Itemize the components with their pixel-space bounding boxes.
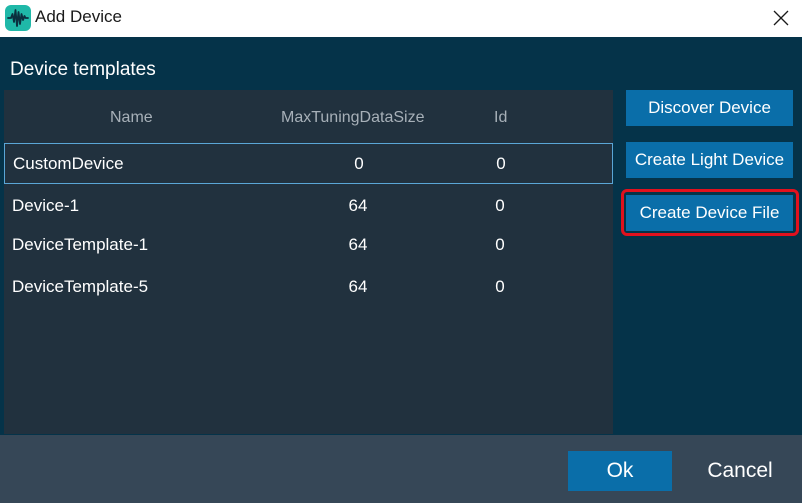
cell-max-tuning-data-size: 64: [348, 235, 368, 254]
ok-button[interactable]: Ok: [568, 451, 672, 491]
cell-name: Device-1: [12, 196, 80, 215]
column-header-name[interactable]: Name: [110, 108, 153, 128]
cell-id: 0: [495, 277, 505, 296]
table-row[interactable]: CustomDevice 0 0: [4, 143, 613, 184]
cell-name: DeviceTemplate-1: [12, 235, 149, 254]
column-header-max-tuning-data-size[interactable]: MaxTuningDataSize: [281, 108, 424, 128]
device-templates-table: Name MaxTuningDataSize Id CustomDevice 0…: [4, 90, 613, 434]
close-icon: [773, 10, 789, 26]
dialog-body: Device templates Name MaxTuningDataSize …: [0, 37, 802, 435]
cell-name: CustomDevice: [13, 154, 124, 173]
cell-max-tuning-data-size: 64: [348, 196, 368, 215]
cell-name: DeviceTemplate-5: [12, 277, 149, 296]
table-row[interactable]: Device-1 64 0: [4, 186, 613, 227]
cell-max-tuning-data-size: 64: [348, 277, 368, 296]
close-button[interactable]: [764, 3, 798, 33]
title-bar: Add Device: [0, 0, 802, 37]
cell-id: 0: [495, 196, 505, 215]
table-row[interactable]: DeviceTemplate-1 64 0: [4, 225, 613, 266]
table-row[interactable]: DeviceTemplate-5 64 0: [4, 267, 613, 308]
cancel-button[interactable]: Cancel: [688, 451, 792, 491]
create-device-file-button[interactable]: Create Device File: [626, 195, 793, 231]
create-light-device-button[interactable]: Create Light Device: [626, 142, 793, 178]
section-title: Device templates: [10, 59, 156, 80]
window-title: Add Device: [35, 7, 122, 26]
cell-id: 0: [495, 235, 505, 254]
cell-id: 0: [496, 154, 506, 173]
column-header-id[interactable]: Id: [494, 108, 507, 128]
dialog-footer: Ok Cancel: [0, 435, 802, 503]
waveform-icon: [5, 5, 31, 31]
discover-device-button[interactable]: Discover Device: [626, 90, 793, 126]
cell-max-tuning-data-size: 0: [354, 154, 364, 173]
